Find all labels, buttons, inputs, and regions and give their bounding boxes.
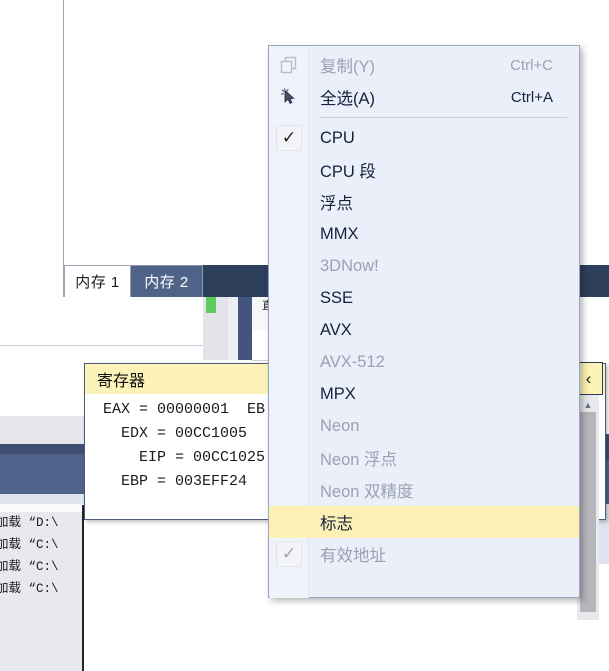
menu-item-label: 有效地址	[320, 547, 386, 565]
menu-icon-slot-empty	[269, 474, 309, 506]
context-menu[interactable]: 复制(Y) Ctrl+C 全选(A) Ctrl+A ✓ CPU CPU 段浮点 MMX 3DNo…	[268, 45, 580, 598]
menu-separator	[319, 117, 567, 118]
menu-item-label: Neon 双精度	[320, 483, 414, 501]
menu-item-label: 复制(Y)	[320, 58, 375, 76]
menu-item-label: 浮点	[320, 195, 353, 213]
menu-item-浮点[interactable]: 浮点	[269, 186, 579, 218]
context-menu-items: 复制(Y) Ctrl+C 全选(A) Ctrl+A ✓ CPU CPU 段浮点 MMX 3DNo…	[269, 49, 579, 570]
menu-item-3dnow: 3DNow!	[269, 250, 579, 282]
menu-item-mpx[interactable]: MPX	[269, 378, 579, 410]
menu-item-全选a[interactable]: 全选(A) Ctrl+A	[269, 81, 579, 113]
log-line: 加载 “D:\	[0, 516, 59, 530]
log-line: 加载 “C:\	[0, 560, 59, 574]
menu-item-avx-512: AVX-512	[269, 346, 579, 378]
log-line: 加载 “C:\	[0, 538, 59, 552]
menu-item-label: 全选(A)	[320, 90, 375, 108]
menu-item-label: CPU	[320, 128, 355, 147]
menu-item-复制y: 复制(Y) Ctrl+C	[269, 49, 579, 81]
menu-item-label: 3DNow!	[320, 256, 379, 275]
tab-memory-1[interactable]: 内存 1	[64, 265, 131, 297]
menu-item-avx[interactable]: AVX	[269, 314, 579, 346]
screenshot-root: 内存 1 内存 2 直 加载 “D:\ 加载 “C:\ 加载 “C:\ 加载 “…	[0, 0, 609, 671]
change-marker	[206, 297, 216, 313]
menu-item-标志[interactable]: 标志	[269, 506, 579, 538]
checkmark-icon: ✓	[269, 538, 309, 570]
menu-icon-slot-empty	[269, 154, 309, 186]
menu-item-cpu段[interactable]: CPU 段	[269, 154, 579, 186]
menu-icon-slot-empty	[269, 346, 309, 378]
menu-item-neon: Neon	[269, 410, 579, 442]
menu-icon-slot-empty	[269, 314, 309, 346]
menu-item-label: CPU 段	[320, 163, 376, 181]
menu-icon-slot-empty	[269, 282, 309, 314]
menu-item-label: Neon 浮点	[320, 451, 398, 469]
list-row-grey	[0, 416, 84, 444]
menu-icon-slot-empty	[269, 250, 309, 282]
menu-item-label: SSE	[320, 288, 354, 307]
separator-column-blue	[238, 297, 252, 360]
menu-icon-slot-empty	[269, 378, 309, 410]
tab-memory-2[interactable]: 内存 2	[131, 265, 203, 297]
scroll-up-arrow-icon[interactable]: ▲	[580, 398, 596, 412]
tab-memory-1-label: 内存 1	[75, 274, 120, 291]
log-panel-filler	[0, 617, 84, 671]
bottom-canvas	[84, 617, 609, 671]
menu-item-label: 标志	[320, 515, 353, 533]
copy-icon	[269, 49, 309, 81]
scrollbar-thumb[interactable]	[580, 412, 596, 612]
menu-icon-slot-empty	[269, 506, 309, 538]
select-all-icon	[269, 81, 309, 113]
list-row-navy-dark	[0, 444, 84, 454]
checkmark-icon: ✓	[269, 122, 309, 154]
menu-item-label: MPX	[320, 384, 356, 403]
menu-item-label: MMX	[320, 224, 359, 243]
tab-memory-2-label: 内存 2	[144, 274, 189, 291]
menu-icon-slot-empty	[269, 442, 309, 474]
menu-item-有效地址: ✓ 有效地址	[269, 538, 579, 570]
menu-item-sse[interactable]: SSE	[269, 282, 579, 314]
menu-item-label: AVX-512	[320, 352, 385, 371]
list-row-pale	[0, 494, 84, 504]
list-row-navy	[0, 454, 84, 494]
menu-icon-slot-empty	[269, 186, 309, 218]
checkmark-box: ✓	[276, 125, 302, 151]
separator-column-light	[228, 297, 238, 360]
checkmark-box: ✓	[276, 541, 302, 567]
lower-canvas-left	[0, 297, 203, 346]
menu-item-label: Neon	[320, 416, 360, 435]
menu-item-shortcut: Ctrl+A	[510, 88, 553, 106]
menu-icon-slot-empty	[269, 218, 309, 250]
menu-item-neon双精度: Neon 双精度	[269, 474, 579, 506]
menu-item-cpu[interactable]: ✓ CPU	[269, 122, 579, 154]
menu-item-shortcut: Ctrl+C	[510, 56, 553, 74]
output-log-panel[interactable]: 加载 “D:\ 加载 “C:\ 加载 “C:\ 加载 “C:\	[0, 512, 84, 617]
menu-item-mmx[interactable]: MMX	[269, 218, 579, 250]
log-line: 加载 “C:\	[0, 582, 59, 596]
menu-icon-slot-empty	[269, 410, 309, 442]
menu-item-neon浮点: Neon 浮点	[269, 442, 579, 474]
menu-item-label: AVX	[320, 320, 352, 339]
